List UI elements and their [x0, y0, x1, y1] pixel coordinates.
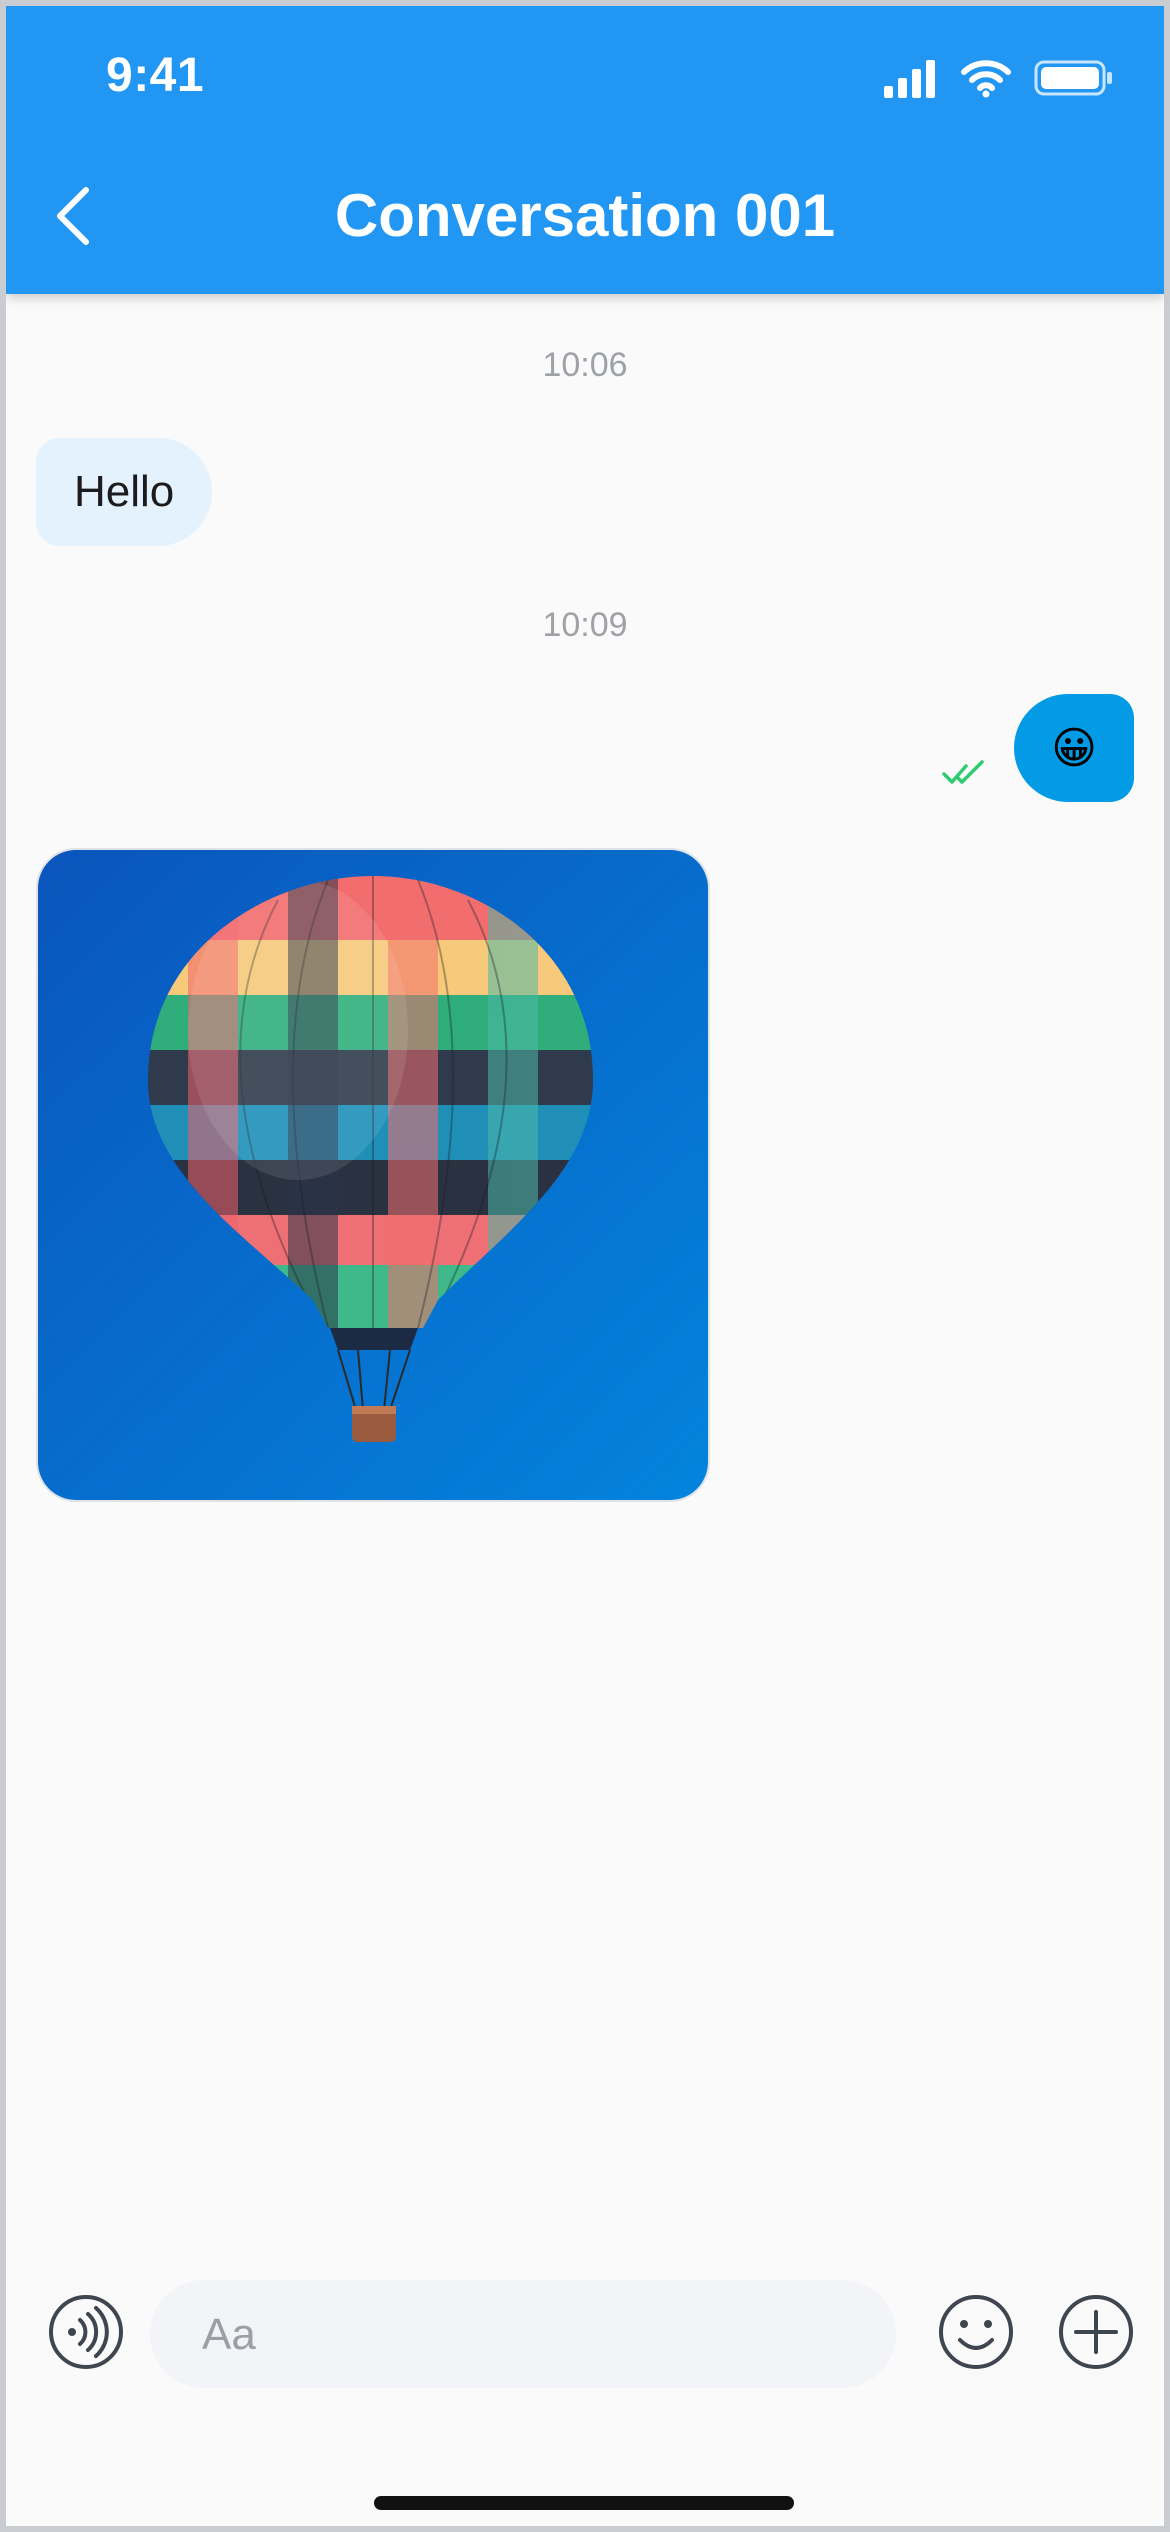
top-bar: 9:41 Conversation 001: [6, 6, 1164, 294]
plus-icon: [1059, 2295, 1133, 2369]
battery-icon: [1034, 60, 1112, 96]
phone-screen: 9:41 Conversation 001 10:06 Hello 10:09 …: [6, 6, 1164, 2526]
outgoing-message-bubble[interactable]: 😀: [1014, 694, 1134, 802]
status-icons: [882, 56, 1114, 100]
hot-air-balloon-image: [38, 850, 708, 1500]
conversation-title: Conversation 001: [334, 182, 836, 249]
wifi-icon: [961, 60, 1011, 98]
double-check-read-icon: [942, 760, 984, 784]
home-indicator[interactable]: [374, 2496, 794, 2510]
image-message[interactable]: [36, 848, 710, 1502]
voice-message-button[interactable]: [46, 2292, 126, 2372]
emoji-button[interactable]: [936, 2292, 1016, 2372]
grinning-face-emoji: 😀: [1051, 723, 1097, 773]
message-text: Hello: [74, 467, 175, 516]
add-attachment-button[interactable]: [1056, 2292, 1136, 2372]
message-input[interactable]: [200, 2280, 884, 2390]
message-input-container: [150, 2280, 896, 2390]
message-timestamp: 10:06: [542, 346, 628, 384]
message-timestamp: 10:09: [542, 606, 628, 644]
message-composer: [6, 2280, 1164, 2390]
cellular-signal-icon: [884, 60, 935, 98]
incoming-message-bubble[interactable]: Hello: [36, 438, 213, 546]
voice-wave-icon: [49, 2295, 123, 2369]
smiley-icon: [939, 2295, 1013, 2369]
status-time: 9:41: [106, 49, 205, 102]
